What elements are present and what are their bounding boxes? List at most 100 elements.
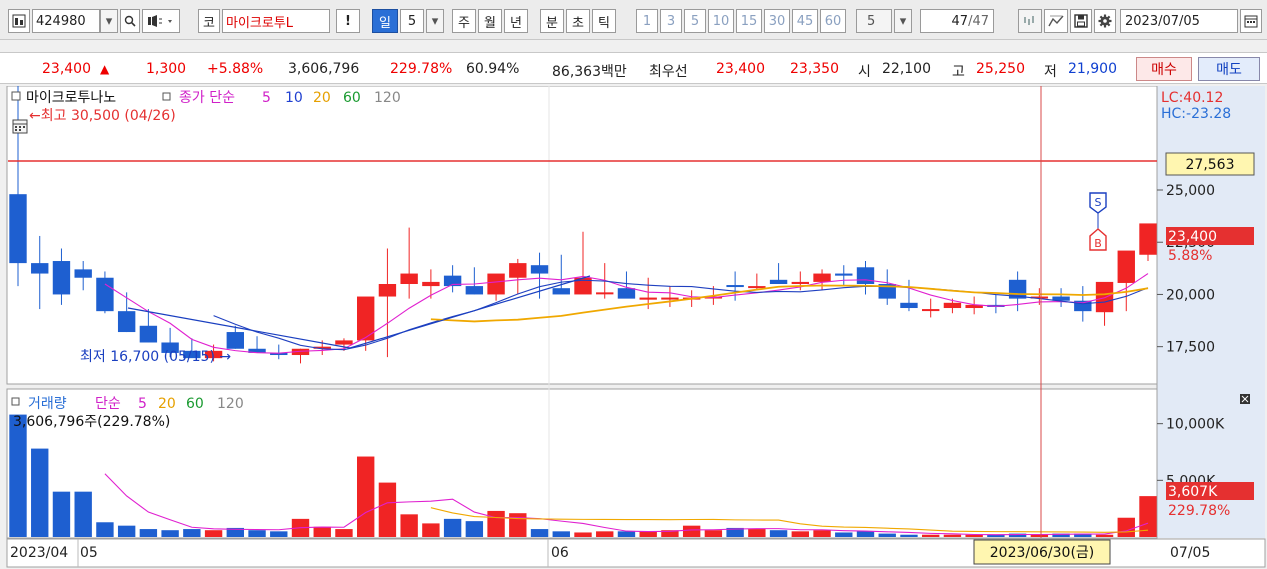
alert-button[interactable]: ! [336,9,360,33]
volume-bar-06/30[interactable] [943,534,962,537]
tab-minute[interactable]: 분 [540,9,564,33]
volume-bar-04/27[interactable] [31,448,49,537]
volume-bar-06/28[interactable] [900,534,918,537]
interval-dropdown-icon[interactable]: ▾ [426,9,444,33]
volume-bar-05/24[interactable] [400,514,418,537]
volume-bar-06/08[interactable] [596,531,614,537]
stock-name-field[interactable]: 마이크로투L [222,9,330,33]
save-icon[interactable] [1070,9,1092,33]
volume-bar-05/26[interactable] [443,518,462,537]
volume-bar-05/10[interactable] [183,529,201,537]
volume-bar-05/08[interactable] [139,529,158,537]
tick-option-45[interactable]: 45 [792,9,818,33]
tab-day[interactable]: 일 [372,9,398,33]
tick-option-15[interactable]: 15 [736,9,762,33]
tick-option-1[interactable]: 1 [636,9,658,33]
count-dropdown-icon[interactable]: ▾ [894,9,912,33]
ma-20-label: 20 [313,90,331,106]
volume-bar-05/11[interactable] [204,530,223,537]
volume-bar-05/04[interactable] [117,525,136,537]
ma-toggle-icon[interactable] [162,92,171,101]
scale-icon[interactable] [1018,9,1042,33]
volume-bar-06/14[interactable] [682,525,701,537]
volume-bar-06/15[interactable] [704,530,723,537]
chart-menu-icon[interactable] [8,9,30,33]
volume-bar-05/22[interactable] [357,456,375,537]
volume-bar-06/12[interactable] [639,531,657,537]
volume-bar-06/26[interactable] [856,531,875,537]
tick-option-3[interactable]: 3 [660,9,682,33]
volume-bar-06/22[interactable] [813,530,831,537]
volume-bar-06/02[interactable] [530,529,549,537]
tick-option-5[interactable]: 5 [684,9,706,33]
tab-tick[interactable]: 틱 [592,9,616,33]
count-field[interactable]: 5 [856,9,892,33]
stock-chart[interactable]: 마이크로투나노 종가 단순 5 10 20 60 120 ←최고 30,500 … [0,86,1267,569]
close-ma-legend: 종가 단순 [179,90,235,106]
date-field[interactable]: 2023/07/05 [1120,9,1238,33]
volume-bar-04/28[interactable] [52,491,71,537]
volume-bar-06/19[interactable] [748,529,766,537]
tab-week[interactable]: 주 [452,9,476,33]
open-label: 시 [858,64,871,80]
tick-option-60[interactable]: 60 [820,9,846,33]
calendar-icon[interactable] [1240,9,1262,33]
stock-code-input[interactable]: 424980 [32,9,100,33]
trend-icon[interactable] [1044,9,1068,33]
tab-year[interactable]: 년 [504,9,528,33]
volume-bar-50[interactable] [1095,534,1114,537]
tick-option-10[interactable]: 10 [708,9,734,33]
volume-bar-06/27[interactable] [878,533,896,537]
volume-bar-06/20[interactable] [769,530,788,537]
vol-ma-120-label: 120 [217,396,244,412]
code-dropdown-icon[interactable]: ▾ [100,9,118,33]
buy-button[interactable]: 매수 [1136,57,1192,81]
price-panel-title: 마이크로투나노 [26,90,116,106]
volume-bar-05/25[interactable] [422,523,440,537]
crosshair-date: 2023/06/30(금) [990,545,1095,561]
price-change: 1,300 [146,61,187,77]
calendar-marker-icon[interactable] [12,119,28,134]
volume-bar-06/05[interactable] [552,531,570,537]
volume-bar-05/09[interactable] [161,530,179,537]
volume-bar-05/30[interactable] [465,521,484,537]
tab-second[interactable]: 초 [566,9,590,33]
volume-panel-toggle-icon[interactable] [11,397,20,406]
tab-month[interactable]: 월 [478,9,502,33]
volume-bar-06/09[interactable] [617,531,636,537]
low-price: 21,900 [1068,61,1117,77]
volume-bar-06/07[interactable] [574,532,592,537]
page-field[interactable]: 47/47 [920,9,994,33]
volume-bar-05/19[interactable] [335,529,353,537]
interval-value[interactable]: 5 [400,9,424,33]
volume-bar-05/31[interactable] [487,510,505,537]
volume-bar-05/16[interactable] [270,531,288,537]
x-label-06: 06 [551,545,569,561]
volume-bar-51[interactable] [1117,517,1135,537]
volume-bar-05/23[interactable] [378,482,397,537]
volume-bar-06/01[interactable] [509,513,527,537]
high-price: 25,250 [976,61,1025,77]
volume-bar-05/02[interactable] [74,491,92,537]
trade-volume: 3,606,796 [288,61,360,77]
volume-bar-05/03[interactable] [96,522,114,537]
sell-button[interactable]: 매도 [1198,57,1260,81]
volume-bar-05/15[interactable] [248,530,266,537]
price-panel-toggle-icon[interactable] [11,91,21,101]
search-icon[interactable] [120,9,140,33]
volume-bar-06/23[interactable] [835,532,853,537]
volume-bar-04/26[interactable] [9,414,27,537]
tick-option-30[interactable]: 30 [764,9,790,33]
current-price: 23,400 [42,61,91,77]
volume-bar-06/29[interactable] [922,534,940,537]
volume-bar-05/18[interactable] [313,526,331,537]
gear-icon[interactable] [1094,9,1116,33]
vol-ma-20-label: 20 [158,396,176,412]
candle-05/03[interactable] [96,271,114,314]
speaker-icon[interactable] [142,9,180,33]
market-label[interactable]: 코 [198,9,220,33]
volume-bar-47[interactable] [1030,534,1049,537]
volume-bar-06/21[interactable] [791,531,809,537]
vol-ma-60-label: 60 [186,396,204,412]
open-price: 22,100 [882,61,931,77]
